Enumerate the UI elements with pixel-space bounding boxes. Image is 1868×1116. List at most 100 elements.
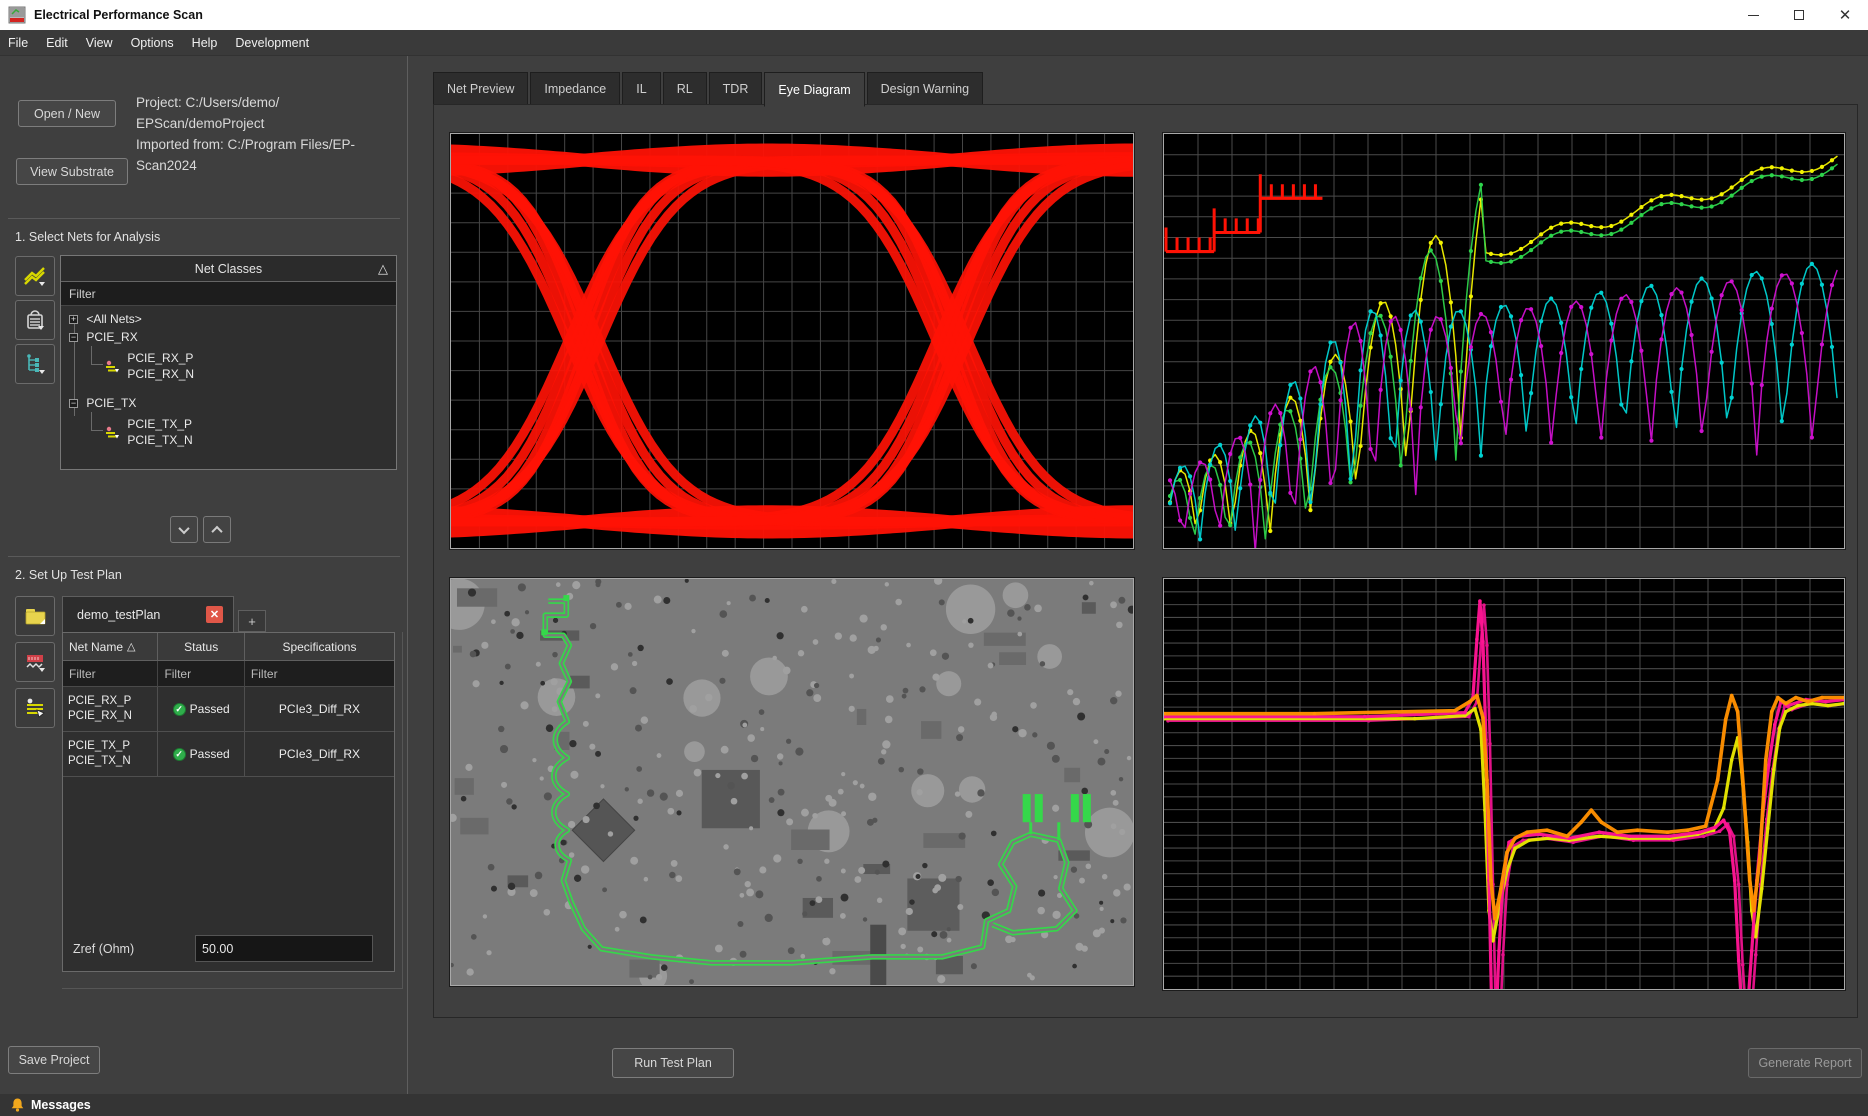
result-tabs: Net Preview Impedance IL RL TDR Eye Diag…	[433, 72, 983, 105]
menu-bar: File Edit View Options Help Development	[0, 30, 1868, 56]
spec-editor-button[interactable]	[15, 642, 55, 682]
passed-check-icon: ✓	[173, 748, 186, 761]
view-substrate-button[interactable]: View Substrate	[16, 158, 128, 185]
folder-icon	[23, 605, 47, 627]
generate-report-button[interactable]: Generate Report	[1748, 1048, 1862, 1078]
eye-diagram-plot[interactable]	[450, 133, 1134, 549]
section-divider	[8, 218, 400, 219]
tab-impedance[interactable]: Impedance	[530, 72, 620, 105]
messages-bar[interactable]: Messages	[0, 1094, 1868, 1116]
add-test-plan-button[interactable]: +	[238, 610, 266, 632]
tab-tdr[interactable]: TDR	[709, 72, 763, 105]
menu-file[interactable]: File	[8, 36, 28, 50]
table-row[interactable]: PCIE_TX_P PCIE_TX_N ✓ Passed PCIe3_Diff_…	[63, 732, 394, 777]
section-frame	[402, 632, 403, 989]
open-new-button[interactable]: Open / New	[18, 100, 116, 127]
title-bar: Electrical Performance Scan ✕	[0, 0, 1868, 30]
tab-design-warning[interactable]: Design Warning	[867, 72, 983, 105]
return-loss-plot[interactable]	[1163, 133, 1845, 549]
tree-view-icon	[24, 353, 46, 375]
column-header-net-name[interactable]: Net Name △	[63, 633, 158, 661]
collapse-minus-icon[interactable]: −	[69, 399, 78, 408]
clipboard-icon	[24, 309, 46, 331]
imported-path: Imported from: C:/Program Files/EP-Scan2…	[136, 134, 404, 176]
passed-check-icon: ✓	[173, 703, 186, 716]
tab-rl[interactable]: RL	[663, 72, 707, 105]
tdr-plot[interactable]	[1163, 578, 1845, 990]
filter-status-input[interactable]: Filter	[158, 661, 244, 687]
tree-item-pcie-tx[interactable]: − PCIE_TX	[69, 396, 136, 410]
maximize-icon	[1794, 10, 1804, 20]
diff-pair-net-icon	[105, 426, 120, 439]
net-classes-header[interactable]: Net Classes △	[61, 256, 396, 282]
menu-edit[interactable]: Edit	[46, 36, 68, 50]
net-classes-header-label: Net Classes	[195, 262, 262, 276]
test-plan-table: Net Name △ Status Specifications Filter …	[62, 632, 395, 972]
expand-plus-icon[interactable]: +	[69, 315, 78, 324]
tab-net-preview[interactable]: Net Preview	[433, 72, 528, 105]
net-basket-tool-button[interactable]	[15, 300, 55, 340]
filter-net-name-input[interactable]: Filter	[63, 661, 158, 687]
minimize-button[interactable]	[1730, 0, 1776, 30]
diff-pair-net-icon	[105, 360, 120, 373]
close-tab-button[interactable]: ✕	[206, 606, 223, 623]
messages-label: Messages	[31, 1098, 91, 1112]
section-frame	[62, 988, 403, 989]
test-plan-section-label: 2. Set Up Test Plan	[15, 568, 122, 582]
bell-icon	[10, 1097, 25, 1113]
tab-il[interactable]: IL	[622, 72, 660, 105]
tab-eye-diagram[interactable]: Eye Diagram	[764, 72, 864, 107]
collapse-minus-icon[interactable]: −	[69, 333, 78, 342]
status-badge: Passed	[190, 702, 230, 716]
save-project-button[interactable]: Save Project	[8, 1046, 100, 1074]
tree-item-pcie-tx-pair[interactable]: PCIE_TX_P PCIE_TX_N	[105, 416, 193, 448]
app-icon	[8, 6, 26, 24]
tree-guide	[91, 346, 92, 364]
sort-icon: △	[127, 640, 135, 653]
test-plan-tab-label: demo_testPlan	[77, 608, 160, 622]
close-button[interactable]: ✕	[1822, 0, 1868, 30]
sort-icon[interactable]: △	[378, 261, 388, 277]
chevron-down-icon	[178, 522, 189, 533]
menu-development[interactable]: Development	[235, 36, 309, 50]
test-plan-tab[interactable]: demo_testPlan ✕	[62, 596, 234, 632]
tree-guide	[91, 430, 103, 431]
tree-item-pcie-rx-pair[interactable]: PCIE_RX_P PCIE_RX_N	[105, 350, 194, 382]
section-divider	[8, 556, 400, 557]
close-icon: ✕	[1839, 8, 1852, 23]
net-classes-panel: Net Classes △ Filter + <All Nets> − PCIE…	[60, 255, 397, 470]
sidebar-main-divider	[407, 56, 408, 1094]
run-test-plan-button[interactable]: Run Test Plan	[612, 1048, 734, 1078]
menu-help[interactable]: Help	[192, 36, 218, 50]
move-down-button[interactable]	[170, 516, 198, 543]
sliders-icon	[24, 697, 46, 719]
table-row[interactable]: PCIE_RX_P PCIE_RX_N ✓ Passed PCIe3_Diff_…	[63, 687, 394, 732]
filter-spec-input[interactable]: Filter	[245, 661, 394, 687]
tree-item-all-nets[interactable]: + <All Nets>	[69, 312, 142, 326]
board-layout-view[interactable]	[450, 578, 1134, 986]
tree-guide	[91, 364, 103, 365]
net-classes-filter-input[interactable]: Filter	[61, 282, 396, 306]
net-tree-tool-button[interactable]	[15, 344, 55, 384]
move-up-button[interactable]	[203, 516, 231, 543]
spec-mask-icon	[24, 651, 46, 673]
open-test-plan-button[interactable]	[15, 596, 55, 636]
tree-item-pcie-rx[interactable]: − PCIE_RX	[69, 330, 138, 344]
minimize-icon	[1748, 15, 1759, 16]
chevron-up-icon	[211, 525, 222, 536]
project-path: Project: C:/Users/demo/ EPScan/demoProje…	[136, 92, 404, 134]
diff-pair-icon	[23, 265, 47, 287]
column-header-specifications[interactable]: Specifications	[245, 633, 394, 661]
diff-pair-tool-button[interactable]	[15, 256, 55, 296]
zref-label: Zref (Ohm)	[73, 942, 134, 956]
maximize-button[interactable]	[1776, 0, 1822, 30]
menu-view[interactable]: View	[86, 36, 113, 50]
zref-input[interactable]	[195, 935, 373, 962]
menu-options[interactable]: Options	[131, 36, 174, 50]
plan-settings-button[interactable]	[15, 688, 55, 728]
window-title: Electrical Performance Scan	[34, 8, 203, 22]
tree-guide	[91, 412, 92, 430]
status-badge: Passed	[190, 747, 230, 761]
column-header-status[interactable]: Status	[158, 633, 244, 661]
net-classes-tree: + <All Nets> − PCIE_RX PCIE_RX_P PCIE_RX…	[61, 306, 396, 469]
